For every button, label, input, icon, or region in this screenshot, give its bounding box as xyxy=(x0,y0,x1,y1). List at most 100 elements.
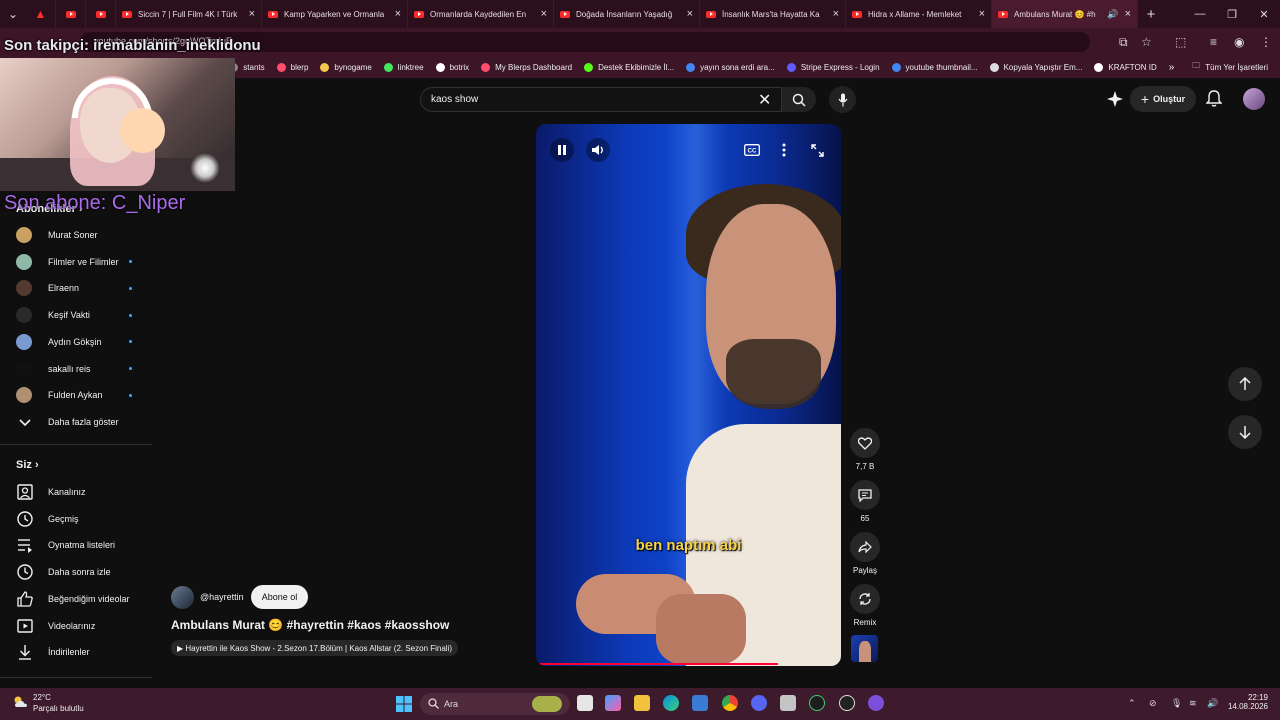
subscription-item[interactable]: Filmler ve Filimler xyxy=(0,249,155,275)
you-item[interactable]: İndirilenler xyxy=(0,639,155,665)
show-more-button[interactable]: Daha fazla göster xyxy=(0,409,155,435)
you-item[interactable]: Kanalınız xyxy=(0,479,155,505)
discord-icon[interactable] xyxy=(751,695,767,711)
close-window-button[interactable]: ✕ xyxy=(1248,0,1280,28)
tab-ormanlarda[interactable]: Ormanlarda Kaydedilen En × xyxy=(408,0,554,28)
account-avatar[interactable] xyxy=(1243,88,1265,110)
bookmark-item[interactable]: blerp xyxy=(276,62,308,72)
tab-pinned-2[interactable] xyxy=(56,0,86,28)
tab-pinned-1[interactable]: ▲ xyxy=(26,0,56,28)
progress-bar[interactable] xyxy=(540,663,778,665)
notifications-bell-icon[interactable] xyxy=(1206,90,1222,108)
tab-ambulans-active[interactable]: Ambulans Murat 😊 #h 🔊 × xyxy=(992,0,1138,28)
remix-button[interactable] xyxy=(850,584,880,614)
like-button[interactable] xyxy=(850,428,880,458)
tab-search-chevron-icon[interactable]: ⌄ xyxy=(0,0,26,28)
file-explorer-icon[interactable] xyxy=(634,695,650,711)
subscription-item[interactable]: Elraenn xyxy=(0,275,155,301)
you-item[interactable]: Beğendiğim videolar xyxy=(0,586,155,612)
comments-action[interactable]: 65 xyxy=(850,480,880,523)
app-icon[interactable] xyxy=(868,695,884,711)
subscription-item[interactable]: sakallı reis xyxy=(0,356,155,382)
wifi-icon[interactable]: ≋ xyxy=(1189,698,1197,709)
bookmark-star-icon[interactable]: ☆ xyxy=(1141,35,1152,49)
bookmark-item[interactable]: linktree xyxy=(383,62,424,72)
tab-dogada[interactable]: Doğada İnsanların Yaşadığ × xyxy=(554,0,700,28)
clear-search-icon[interactable]: ✕ xyxy=(758,90,771,110)
you-item[interactable]: Daha sonra izle xyxy=(0,559,155,585)
captions-button[interactable]: CC xyxy=(740,138,764,162)
windows-start-icon[interactable] xyxy=(396,696,412,712)
channel-handle[interactable]: @hayrettin xyxy=(200,592,244,602)
minimize-button[interactable]: — xyxy=(1184,0,1216,28)
you-item[interactable]: Oynatma listeleri xyxy=(0,532,155,558)
bookmark-item[interactable]: bynogame xyxy=(320,62,372,72)
share-action[interactable]: Paylaş xyxy=(850,532,880,575)
obs-icon[interactable] xyxy=(839,695,855,711)
shorts-video-player[interactable]: CC ben naptım abi xyxy=(536,124,841,666)
chrome-icon[interactable] xyxy=(722,695,738,711)
media-controls-icon[interactable]: ≡ xyxy=(1210,35,1217,49)
tab-hidra[interactable]: Hidra x Allame - Memleket × xyxy=(846,0,992,28)
app-icon[interactable] xyxy=(780,695,796,711)
comments-button[interactable] xyxy=(850,480,880,510)
player-more-button[interactable] xyxy=(772,138,796,162)
bookmark-item[interactable]: Stripe Express - Login xyxy=(786,62,880,72)
create-button[interactable]: + Oluştur xyxy=(1130,86,1196,112)
channel-avatar[interactable] xyxy=(171,586,194,609)
remix-action[interactable]: Remix xyxy=(850,584,880,627)
network-off-icon[interactable]: ⊘ xyxy=(1149,698,1157,709)
edge-icon[interactable] xyxy=(663,695,679,711)
you-item[interactable]: Videolarınız xyxy=(0,613,155,639)
you-item[interactable]: Geçmiş xyxy=(0,506,155,532)
you-heading[interactable]: Siz › xyxy=(16,459,39,471)
previous-short-button[interactable] xyxy=(1228,367,1262,401)
related-video-link[interactable]: ▶ Hayrettin ile Kaos Show - 2.Sezon 17.B… xyxy=(171,640,458,656)
store-icon[interactable] xyxy=(692,695,708,711)
subscription-item[interactable]: Keşif Vakti xyxy=(0,302,155,328)
fullscreen-button[interactable] xyxy=(805,138,829,162)
app-icon[interactable] xyxy=(809,695,825,711)
next-short-button[interactable] xyxy=(1228,415,1262,449)
task-view-icon[interactable] xyxy=(577,695,593,711)
close-icon[interactable]: × xyxy=(541,8,547,20)
search-input[interactable]: kaos show xyxy=(420,87,782,112)
bookmark-item[interactable]: botrix xyxy=(435,62,469,72)
extensions-icon[interactable]: ⬚ xyxy=(1175,35,1186,49)
volume-tray-icon[interactable]: 🔊 xyxy=(1207,698,1218,709)
video-title[interactable]: Ambulans Murat 😊 #hayrettin #kaos #kaoss… xyxy=(171,618,449,632)
audio-source-thumbnail[interactable] xyxy=(851,635,878,662)
tab-kamp[interactable]: Kamp Yaparken ve Ormanla × xyxy=(262,0,408,28)
more-bookmarks-icon[interactable]: » xyxy=(1169,62,1175,73)
bookmark-item[interactable]: yayın sona erdi ara... xyxy=(686,62,775,72)
subscription-item[interactable]: Aydın Gökşin xyxy=(0,329,155,355)
subscribe-button[interactable]: Abone ol xyxy=(251,585,308,609)
close-icon[interactable]: × xyxy=(833,8,839,20)
search-button[interactable] xyxy=(782,87,816,112)
all-bookmarks-folder[interactable]: 🗀 Tüm Yer İşaretleri xyxy=(1192,60,1268,74)
bookmark-item[interactable]: Kopyala Yapıştır Em... xyxy=(989,62,1082,72)
clock[interactable]: 22:19 14.08.2026 xyxy=(1226,693,1268,711)
menu-dots-icon[interactable]: ⋮ xyxy=(1260,35,1272,49)
bookmark-item[interactable]: My Blerps Dashboard xyxy=(481,62,572,72)
volume-button[interactable] xyxy=(586,138,610,162)
copilot-icon[interactable] xyxy=(605,695,621,711)
voice-search-button[interactable] xyxy=(829,86,856,113)
bookmark-item[interactable]: Destek Ekibimizle İl... xyxy=(584,62,674,72)
install-app-icon[interactable]: ⧉ xyxy=(1119,35,1128,50)
bookmark-item[interactable]: youtube thumbnail... xyxy=(891,62,978,72)
close-icon[interactable]: × xyxy=(687,8,693,20)
like-action[interactable]: 7,7 B xyxy=(850,428,880,471)
tab-insanlik[interactable]: İnsanlık Mars'ta Hayatta Ka × xyxy=(700,0,846,28)
subscription-item[interactable]: Fulden Aykan xyxy=(0,382,155,408)
tab-siccin[interactable]: Siccin 7 | Full Film 4K I Türk × xyxy=(116,0,262,28)
microphone-tray-icon[interactable]: 🎙 xyxy=(1171,698,1182,709)
sparkle-icon[interactable] xyxy=(1106,90,1124,108)
tab-pinned-3[interactable] xyxy=(86,0,116,28)
pause-button[interactable] xyxy=(550,138,574,162)
taskbar-search[interactable]: Ara xyxy=(420,693,570,715)
tray-chevron-up-icon[interactable]: ⌃ xyxy=(1128,698,1136,709)
new-tab-button[interactable]: + xyxy=(1138,0,1164,28)
close-icon[interactable]: × xyxy=(395,8,401,20)
share-button[interactable] xyxy=(850,532,880,562)
